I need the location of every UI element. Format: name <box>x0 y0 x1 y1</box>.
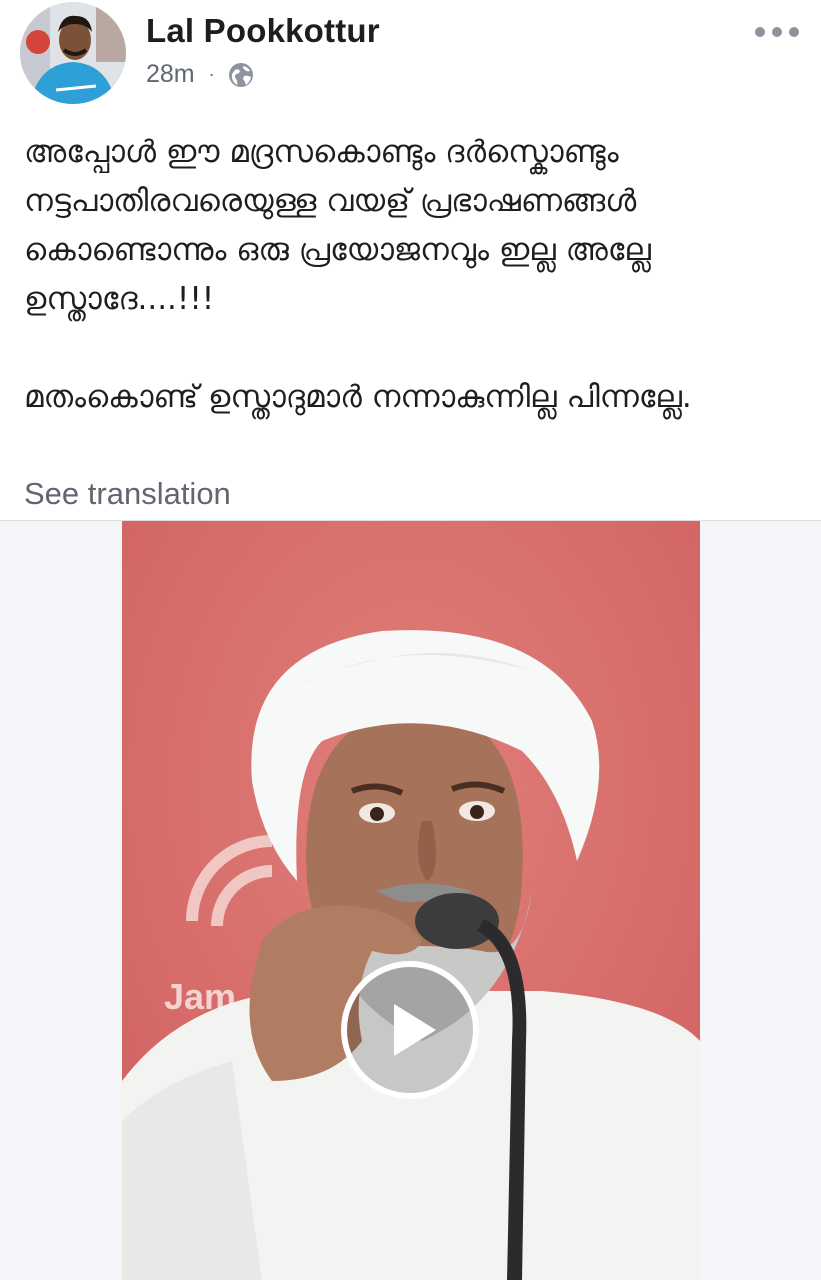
author-avatar[interactable] <box>20 2 126 104</box>
author-name[interactable]: Lal Pookkottur <box>146 12 380 50</box>
post-paragraph: അപ്പോൾ ഈ മദ്രസകൊണ്ടും ദർസ്കൊണ്ടും നട്ടപാ… <box>24 134 651 317</box>
see-translation-link[interactable]: See translation <box>24 476 231 512</box>
more-horizontal-icon <box>755 27 765 37</box>
video-thumbnail[interactable]: Jam <box>122 521 700 1280</box>
more-options-button[interactable] <box>755 18 799 46</box>
post-meta: 28m · <box>146 60 255 89</box>
facebook-post: Lal Pookkottur 28m · അപ്പോൾ ഈ മദ്രസകൊണ്ട… <box>0 0 821 1280</box>
more-dot <box>789 27 799 37</box>
globe-icon <box>227 61 255 89</box>
meta-separator: · <box>208 64 215 84</box>
more-dot <box>772 27 782 37</box>
media-container: Jam <box>0 520 821 1280</box>
play-icon <box>341 961 479 1099</box>
post-time[interactable]: 28m <box>146 60 195 89</box>
post-header: Lal Pookkottur 28m · <box>0 0 821 112</box>
play-button[interactable] <box>340 960 480 1100</box>
post-text: അപ്പോൾ ഈ മദ്രസകൊണ്ടും ദർസ്കൊണ്ടും നട്ടപാ… <box>24 128 794 422</box>
post-paragraph: മതംകൊണ്ട് ഉസ്താദുമാർ നന്നാകുന്നില്ല പിന്… <box>24 379 692 415</box>
